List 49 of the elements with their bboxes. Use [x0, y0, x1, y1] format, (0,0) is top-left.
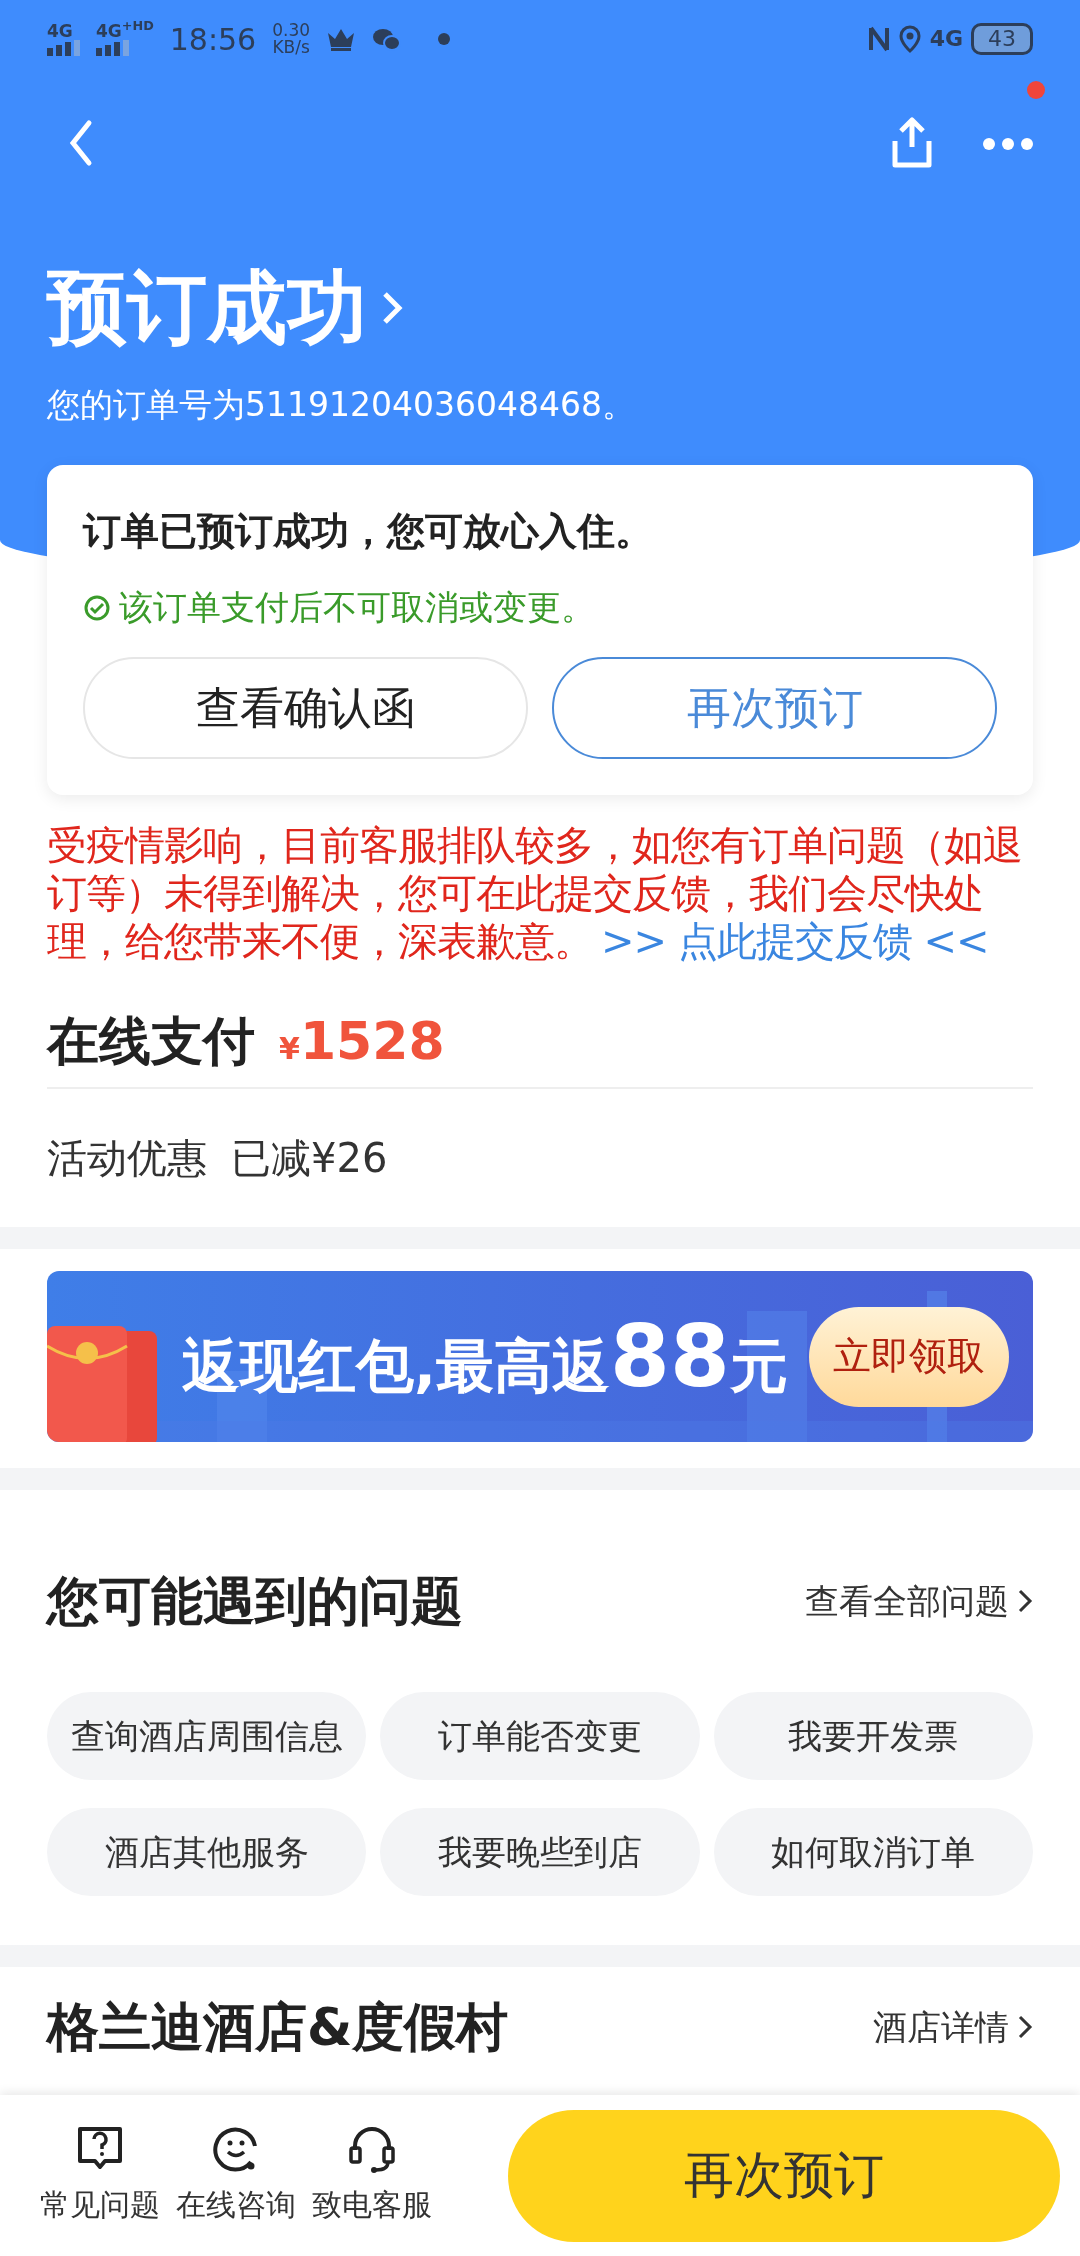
- banner-amount: 88: [610, 1306, 730, 1406]
- signal-icon: [47, 39, 80, 56]
- rebook-button[interactable]: 再次预订: [508, 2109, 1060, 2242]
- section-title: 您可能遇到的问题: [47, 1570, 463, 1633]
- view-all-link[interactable]: 查看全部问题: [805, 1575, 1033, 1627]
- check-circle-icon: [83, 593, 111, 622]
- nfc-icon: [867, 26, 890, 52]
- payment-label: 在线支付: [47, 1010, 255, 1073]
- status-message: 订单已预订成功，您可放心入住。: [83, 508, 654, 555]
- discount-value: 已减¥26: [231, 1134, 388, 1183]
- question-chip[interactable]: 酒店其他服务: [47, 1808, 367, 1896]
- status-note: 该订单支付后不可取消或变更。: [119, 586, 595, 629]
- banner-unit: 元: [729, 1332, 788, 1400]
- notice-text: 受疫情影响，目前客服排队较多，如您有订单问题（如退订等）未得到解决，您可在此提交反馈，我们会尽快处理，给您带来不便，深表歉意。 >> 点此提交反馈 <<: [47, 821, 1023, 965]
- question-tool[interactable]: 常见问题: [40, 2124, 160, 2227]
- question-chip[interactable]: 查询酒店周围信息: [47, 1692, 367, 1780]
- speed-value: 0.30: [272, 22, 311, 39]
- network-label: 4G: [47, 22, 73, 40]
- speed-unit: KB/s: [272, 39, 311, 56]
- payment-amount: ¥1528: [279, 1010, 445, 1073]
- feedback-link[interactable]: >> 点此提交反馈 <<: [601, 918, 989, 964]
- chevron-icon: [381, 290, 403, 326]
- network-label: 4G: [929, 28, 963, 50]
- hotel-details-link[interactable]: 酒店详情: [873, 2001, 1033, 2053]
- chevron-icon: [1017, 2014, 1033, 2040]
- order-number-text: 您的订单号为51191204036048468。: [47, 384, 636, 426]
- battery-icon: 43: [971, 23, 1033, 55]
- time-text: 18:56: [169, 20, 257, 59]
- chevron-icon: [1017, 1588, 1033, 1614]
- crown-icon: [326, 27, 357, 51]
- signal-icon: [96, 39, 129, 56]
- question-chip[interactable]: 如何取消订单: [713, 1808, 1033, 1896]
- headset-tool[interactable]: 致电客服: [312, 2124, 432, 2227]
- question-chip[interactable]: 我要晚些到店: [380, 1808, 700, 1896]
- smiley-tool[interactable]: 在线咨询: [176, 2124, 296, 2227]
- location-icon: [897, 25, 922, 53]
- discount-label: 活动优惠: [47, 1134, 207, 1183]
- headset-icon: [347, 2124, 397, 2174]
- claim-button[interactable]: 立即领取: [809, 1306, 1009, 1407]
- question-chip[interactable]: 订单能否变更: [380, 1692, 700, 1780]
- view-confirmation-button[interactable]: 查看确认函: [83, 657, 528, 759]
- question-chip[interactable]: 我要开发票: [713, 1692, 1033, 1780]
- network-label: 4G$^{+HD}$: [96, 22, 154, 40]
- more-icon[interactable]: [983, 137, 1033, 150]
- promo-banner[interactable]: 返现红包,最高返88元 立即领取: [47, 1271, 1033, 1442]
- banner-headline: 返现红包,最高返: [182, 1332, 611, 1400]
- dot-icon: [438, 33, 451, 45]
- rebook-button[interactable]: 再次预订: [552, 657, 997, 759]
- hotel-name: 格兰迪酒店&度假村: [47, 1996, 509, 2059]
